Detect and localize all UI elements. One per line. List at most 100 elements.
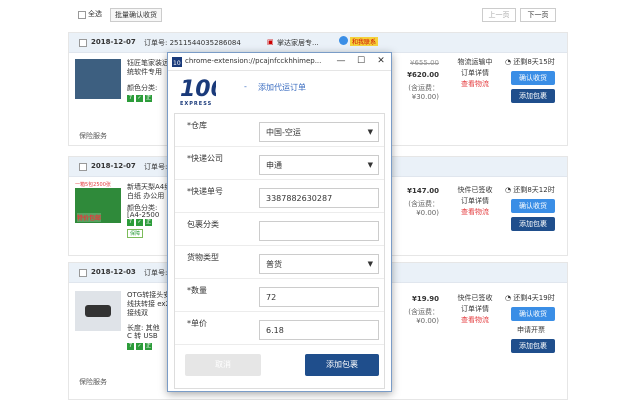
unit-price-label: *单价 <box>187 319 207 328</box>
guarantee-icon: ✓ <box>136 343 143 350</box>
add-package-button[interactable]: 添加包裹 <box>511 89 555 103</box>
order-detail-link[interactable]: 订单详情 <box>453 196 497 207</box>
warehouse-label: *仓库 <box>187 121 207 130</box>
package-category-label: 包裹分类 <box>187 220 219 229</box>
package-category-row: 包裹分类 <box>175 213 384 246</box>
chevron-down-icon: ▼ <box>367 161 373 169</box>
minimize-icon[interactable]: — <box>331 53 351 71</box>
select-all-checkbox[interactable] <box>78 11 86 19</box>
guarantee-icon: ✓ <box>136 95 143 102</box>
order-toolbar: 全选 批量确认收货 上一页 下一页 <box>78 8 558 24</box>
order-status-block: 快件已签收 订单详情 查看物流 <box>453 293 497 326</box>
order-checkbox[interactable] <box>79 269 87 277</box>
order-status-block: 物流运输中 订单详情 查看物流 <box>453 57 497 90</box>
order-actions: ◔ 还剩8天15时 确认收货 添加包裹 <box>505 57 561 103</box>
order-date: 2018-12-07 <box>91 162 136 170</box>
order-header: 2018-12-07 订单号: 2511544035286084 ▣ 掌达家居专… <box>69 33 567 53</box>
insurance-link[interactable]: 保险服务 <box>79 131 107 141</box>
order-actions: ◔ 还剩4天19时 确认收货 申请开票 添加包裹 <box>505 293 561 353</box>
guarantee-icon: ✓ <box>136 219 143 226</box>
package-category-input[interactable] <box>259 221 379 241</box>
close-icon[interactable]: ✕ <box>371 53 391 71</box>
warehouse-select[interactable]: 中国-空运 ▼ <box>259 122 379 142</box>
order-checkbox[interactable] <box>79 163 87 171</box>
extension-icon: 10 <box>172 57 182 67</box>
quantity-label: *数量 <box>187 286 207 295</box>
shipping-fee: (含运费：¥0.00) <box>408 200 439 217</box>
guarantee-icon: 7 <box>127 343 134 350</box>
order-price: ¥620.00 <box>407 71 439 79</box>
order-status-block: 快件已签收 订单详情 查看物流 <box>453 185 497 218</box>
next-page-button[interactable]: 下一页 <box>520 8 556 22</box>
spec-label: [A4-2500 <box>127 211 160 219</box>
maximize-icon[interactable]: ☐ <box>351 53 371 71</box>
color-label: 颜色分类: <box>127 84 158 92</box>
add-order-popup-window: 10 chrome-extension://pcajnfcckhhimep...… <box>167 52 392 392</box>
color-label: C 转 USB <box>127 332 158 340</box>
clock-icon: ◔ <box>505 294 512 302</box>
confirm-receipt-button[interactable]: 确认收货 <box>511 71 555 85</box>
product-image[interactable]: 一箱5包2500张 特价包邮 <box>75 181 121 223</box>
countdown-text: 还剩8天15时 <box>513 58 555 66</box>
order-detail-link[interactable]: 订单详情 <box>453 68 497 79</box>
order-price: ¥147.00 <box>407 187 439 195</box>
add-order-form: *仓库 中国-空运 ▼ *快递公司 申通 ▼ *快递单号 3387882630287… <box>174 113 385 389</box>
order-price: ¥19.90 <box>411 295 439 303</box>
guarantee-icon: 正 <box>145 343 152 350</box>
order-detail-link[interactable]: 订单详情 <box>453 304 497 315</box>
contact-tag[interactable]: 和我联系 <box>350 37 379 46</box>
shop-icon: ▣ <box>267 38 274 46</box>
tracking-row: *快递单号 3387882630287 <box>175 180 384 213</box>
guarantee-icon: 正 <box>145 95 152 102</box>
countdown-text: 还剩8天12时 <box>513 186 555 194</box>
window-title: chrome-extension://pcajnfcckhhimep... <box>185 57 322 65</box>
guarantee-icon: 7 <box>127 219 134 226</box>
tracking-number-input[interactable]: 3387882630287 <box>259 188 379 208</box>
warehouse-row: *仓库 中国-空运 ▼ <box>175 114 384 147</box>
window-titlebar[interactable]: 10 chrome-extension://pcajnfcckhhimep...… <box>168 53 391 71</box>
order-status: 快件已签收 <box>457 186 493 194</box>
product-image[interactable] <box>75 59 121 99</box>
goods-type-label: 货物类型 <box>187 253 219 262</box>
goods-type-row: 货物类型 普货 ▼ <box>175 246 384 279</box>
view-logistics-link[interactable]: 查看物流 <box>453 79 497 90</box>
order-status: 物流运输中 <box>457 58 493 66</box>
promo-top: 一箱5包2500张 <box>75 181 121 188</box>
confirm-receipt-button[interactable]: 确认收货 <box>511 307 555 321</box>
countdown-text: 还剩4天19时 <box>513 294 555 302</box>
batch-confirm-button[interactable]: 批量确认收货 <box>110 8 162 22</box>
clock-icon: ◔ <box>505 186 512 194</box>
view-logistics-link[interactable]: 查看物流 <box>453 207 497 218</box>
add-package-button[interactable]: 添加包裹 <box>511 217 555 231</box>
unit-price-input[interactable]: 6.18 <box>259 320 379 340</box>
cancel-button[interactable]: 取消 <box>185 354 261 376</box>
invoice-link[interactable]: 申请开票 <box>517 325 561 335</box>
courier-select[interactable]: 申通 ▼ <box>259 155 379 175</box>
chevron-down-icon: ▼ <box>367 260 373 268</box>
original-price: ¥655.00 <box>410 59 439 67</box>
courier-label: *快递公司 <box>187 154 223 163</box>
insurance-link[interactable]: 保险服务 <box>79 377 107 387</box>
confirm-receipt-button[interactable]: 确认收货 <box>511 199 555 213</box>
product-image[interactable] <box>75 291 121 331</box>
guarantee-tag: 保障 <box>127 229 144 238</box>
add-package-button[interactable]: 添加包裹 <box>511 339 555 353</box>
title-separator: - <box>244 82 247 91</box>
view-logistics-link[interactable]: 查看物流 <box>453 315 497 326</box>
100express-logo: 100 <box>180 77 216 100</box>
quantity-row: *数量 72 <box>175 279 384 312</box>
prev-page-button[interactable]: 上一页 <box>482 8 516 22</box>
promo-bottom: 特价包邮 <box>77 213 102 222</box>
guarantee-icon: 7 <box>127 95 134 102</box>
order-checkbox[interactable] <box>79 39 87 47</box>
wangwang-icon[interactable] <box>339 36 348 45</box>
shop-name[interactable]: 掌达家居专... <box>277 38 335 48</box>
select-all-label: 全选 <box>88 10 102 18</box>
goods-type-select[interactable]: 普货 ▼ <box>259 254 379 274</box>
unit-price-row: *单价 6.18 <box>175 312 384 345</box>
order-date: 2018-12-07 <box>91 38 136 46</box>
quantity-input[interactable]: 72 <box>259 287 379 307</box>
add-package-submit-button[interactable]: 添加包裹 <box>305 354 379 376</box>
svg-text:100: 100 <box>180 77 216 100</box>
order-actions: ◔ 还剩8天12时 确认收货 添加包裹 <box>505 185 561 231</box>
